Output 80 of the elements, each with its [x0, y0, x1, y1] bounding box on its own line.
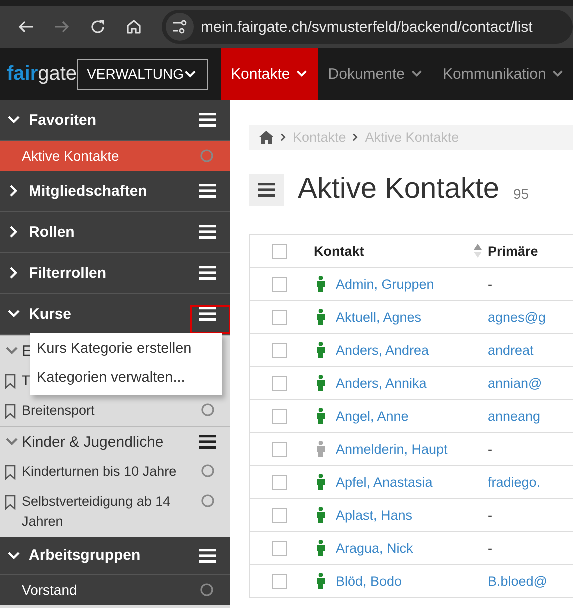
chevron-right-icon[interactable]	[351, 133, 360, 142]
contact-link[interactable]: Blöd, Bodo	[336, 574, 402, 588]
column-header[interactable]: Primäre	[488, 244, 538, 258]
contact-link[interactable]: Angel, Anne	[336, 408, 409, 424]
chevron-right-icon[interactable]	[279, 133, 288, 142]
sidebar-section-header[interactable]: Favoriten	[0, 100, 230, 141]
email-cell: fradiego.	[488, 474, 541, 490]
sidebar-section-header[interactable]: Filterrollen	[0, 253, 230, 294]
menu-icon[interactable]	[199, 266, 216, 280]
sidebar-section-header[interactable]: Rollen	[0, 212, 230, 253]
column-header[interactable]: Kontakt	[314, 244, 364, 258]
contact-count: 95	[514, 186, 530, 202]
checkbox[interactable]	[272, 342, 287, 358]
module-dropdown[interactable]: VERWALTUNG	[77, 58, 208, 90]
checkbox[interactable]	[272, 276, 287, 292]
site-settings-icon[interactable]	[172, 20, 188, 34]
menu-icon[interactable]	[199, 548, 216, 562]
ring-icon[interactable]	[201, 494, 215, 508]
email-cell: andreat	[488, 342, 534, 358]
sidebar-section-header[interactable]: Kurse	[0, 294, 230, 335]
email-cell: agnes@g	[488, 310, 546, 324]
email-cell: -	[488, 442, 492, 456]
checkbox[interactable]	[272, 442, 287, 456]
checkbox[interactable]	[272, 508, 287, 522]
bookmark-icon	[5, 404, 16, 419]
checkbox[interactable]	[272, 244, 287, 258]
checkbox[interactable]	[272, 540, 287, 556]
menu-button[interactable]	[249, 174, 284, 206]
contact-link[interactable]: Apfel, Anastasia	[336, 474, 433, 490]
email-cell: -	[488, 508, 492, 522]
contact-link[interactable]: Anders, Annika	[336, 376, 427, 390]
category-header[interactable]: Kinder & Jugendliche	[0, 426, 230, 457]
menu-icon[interactable]	[199, 225, 216, 239]
email-cell: annian@	[488, 376, 542, 390]
back-icon[interactable]	[18, 19, 34, 35]
contact-link[interactable]: Aplast, Hans	[336, 508, 413, 522]
sidebar-section-header[interactable]: Arbeitsgruppen	[0, 537, 230, 575]
home-icon[interactable]	[259, 131, 274, 144]
ring-icon[interactable]	[201, 403, 215, 417]
ring-icon[interactable]	[201, 464, 215, 478]
chevron-down-icon[interactable]	[296, 68, 308, 80]
contact-link[interactable]: Aktuell, Agnes	[336, 310, 422, 324]
checkbox[interactable]	[272, 310, 287, 324]
sidebar-item[interactable]: Kinderturnen bis 10 Jahre	[0, 457, 230, 487]
contact-link[interactable]: Anmelderin, Haupt	[336, 442, 448, 456]
contact-link[interactable]: Aragua, Nick	[336, 540, 414, 556]
menu-icon[interactable]	[199, 184, 216, 198]
sidebar-item[interactable]: Breitensport	[0, 396, 230, 426]
email-cell: B.bloed@	[488, 574, 548, 588]
sort-icon[interactable]	[474, 243, 482, 259]
bookmark-icon	[5, 495, 16, 510]
checkbox[interactable]	[272, 376, 287, 390]
email-cell: anneang	[488, 408, 541, 424]
sidebar-item[interactable]: Vorstand	[0, 575, 230, 605]
fairgate-logo[interactable]: fairgate	[0, 48, 78, 100]
contact-link[interactable]: Admin, Gruppen	[336, 276, 434, 292]
bookmark-icon	[5, 465, 16, 480]
contact-link[interactable]: Anders, Andrea	[336, 342, 430, 358]
menu-item[interactable]: Kategorien verwalten...	[30, 364, 222, 393]
checkbox[interactable]	[272, 474, 287, 490]
menu-icon[interactable]	[199, 307, 216, 321]
reload-icon[interactable]	[90, 19, 106, 35]
checkbox[interactable]	[272, 574, 287, 588]
menu-icon[interactable]	[199, 435, 216, 449]
menu-item[interactable]: Kurs Kategorie erstellen	[30, 335, 222, 364]
home-icon[interactable]	[126, 19, 142, 35]
page-title: Aktive Kontakte	[298, 173, 500, 206]
checkbox[interactable]	[272, 408, 287, 424]
nav-tab[interactable]: Dokumente	[318, 48, 433, 100]
email-cell: -	[488, 276, 492, 292]
sidebar-item[interactable]: Selbstverteidigung ab 14 Jahren	[0, 487, 230, 537]
bookmark-icon	[5, 374, 16, 389]
email-cell: -	[488, 540, 492, 556]
menu-icon[interactable]	[258, 182, 275, 196]
nav-tab[interactable]: Kontakte	[221, 48, 318, 100]
ring-icon[interactable]	[200, 583, 214, 597]
sidebar-section-header[interactable]: Mitgliedschaften	[0, 171, 230, 212]
nav-tab[interactable]: Kommunikation	[432, 48, 573, 100]
menu-icon[interactable]	[199, 113, 216, 127]
sidebar-item[interactable]: Aktive Kontakte	[0, 141, 230, 171]
